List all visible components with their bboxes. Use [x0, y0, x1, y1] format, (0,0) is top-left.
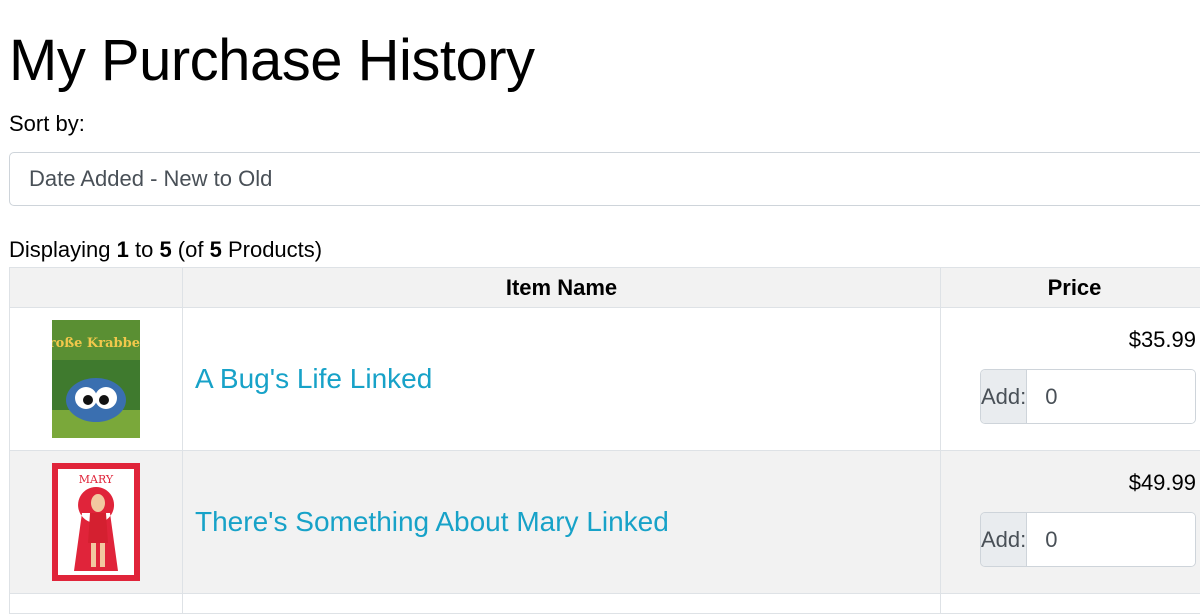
- product-link[interactable]: There's Something About Mary Linked: [195, 506, 669, 537]
- add-label: Add:: [981, 513, 1027, 566]
- page-title: My Purchase History: [9, 26, 535, 96]
- cover-title-text: Große Krabbeln: [52, 336, 140, 351]
- cover-title-text: MARY: [79, 473, 114, 486]
- product-thumbnail[interactable]: Große Krabbeln: [52, 320, 140, 438]
- count-from: 1: [117, 237, 129, 262]
- sort-select[interactable]: Date Added - New to Old: [9, 152, 1200, 206]
- count-to: 5: [159, 237, 171, 262]
- product-thumbnail[interactable]: MARY: [52, 463, 140, 581]
- add-quantity-group: Add:: [980, 512, 1196, 567]
- product-price: $35.99: [953, 327, 1196, 353]
- quantity-input[interactable]: [1027, 513, 1196, 566]
- table-header-row: Item Name Price: [10, 268, 1200, 308]
- table-row: MARY There's Something About Mary Linked…: [10, 451, 1200, 594]
- result-count: Displaying 1 to 5 (of 5 Products): [9, 237, 322, 263]
- table-row: [10, 594, 1200, 614]
- product-link[interactable]: A Bug's Life Linked: [195, 363, 432, 394]
- add-label: Add:: [981, 370, 1027, 423]
- header-price: Price: [941, 268, 1200, 308]
- header-image: [10, 268, 183, 308]
- count-total: 5: [210, 237, 222, 262]
- add-quantity-group: Add:: [980, 369, 1196, 424]
- sort-selected-value: Date Added - New to Old: [29, 166, 272, 192]
- quantity-input[interactable]: [1027, 370, 1196, 423]
- header-item-name: Item Name: [183, 268, 941, 308]
- sort-label: Sort by:: [9, 111, 85, 137]
- table-row: Große Krabbeln A Bug's Life Linked $35.9…: [10, 308, 1200, 451]
- products-table: Item Name Price: [9, 267, 1200, 614]
- product-price: $49.99: [953, 470, 1196, 496]
